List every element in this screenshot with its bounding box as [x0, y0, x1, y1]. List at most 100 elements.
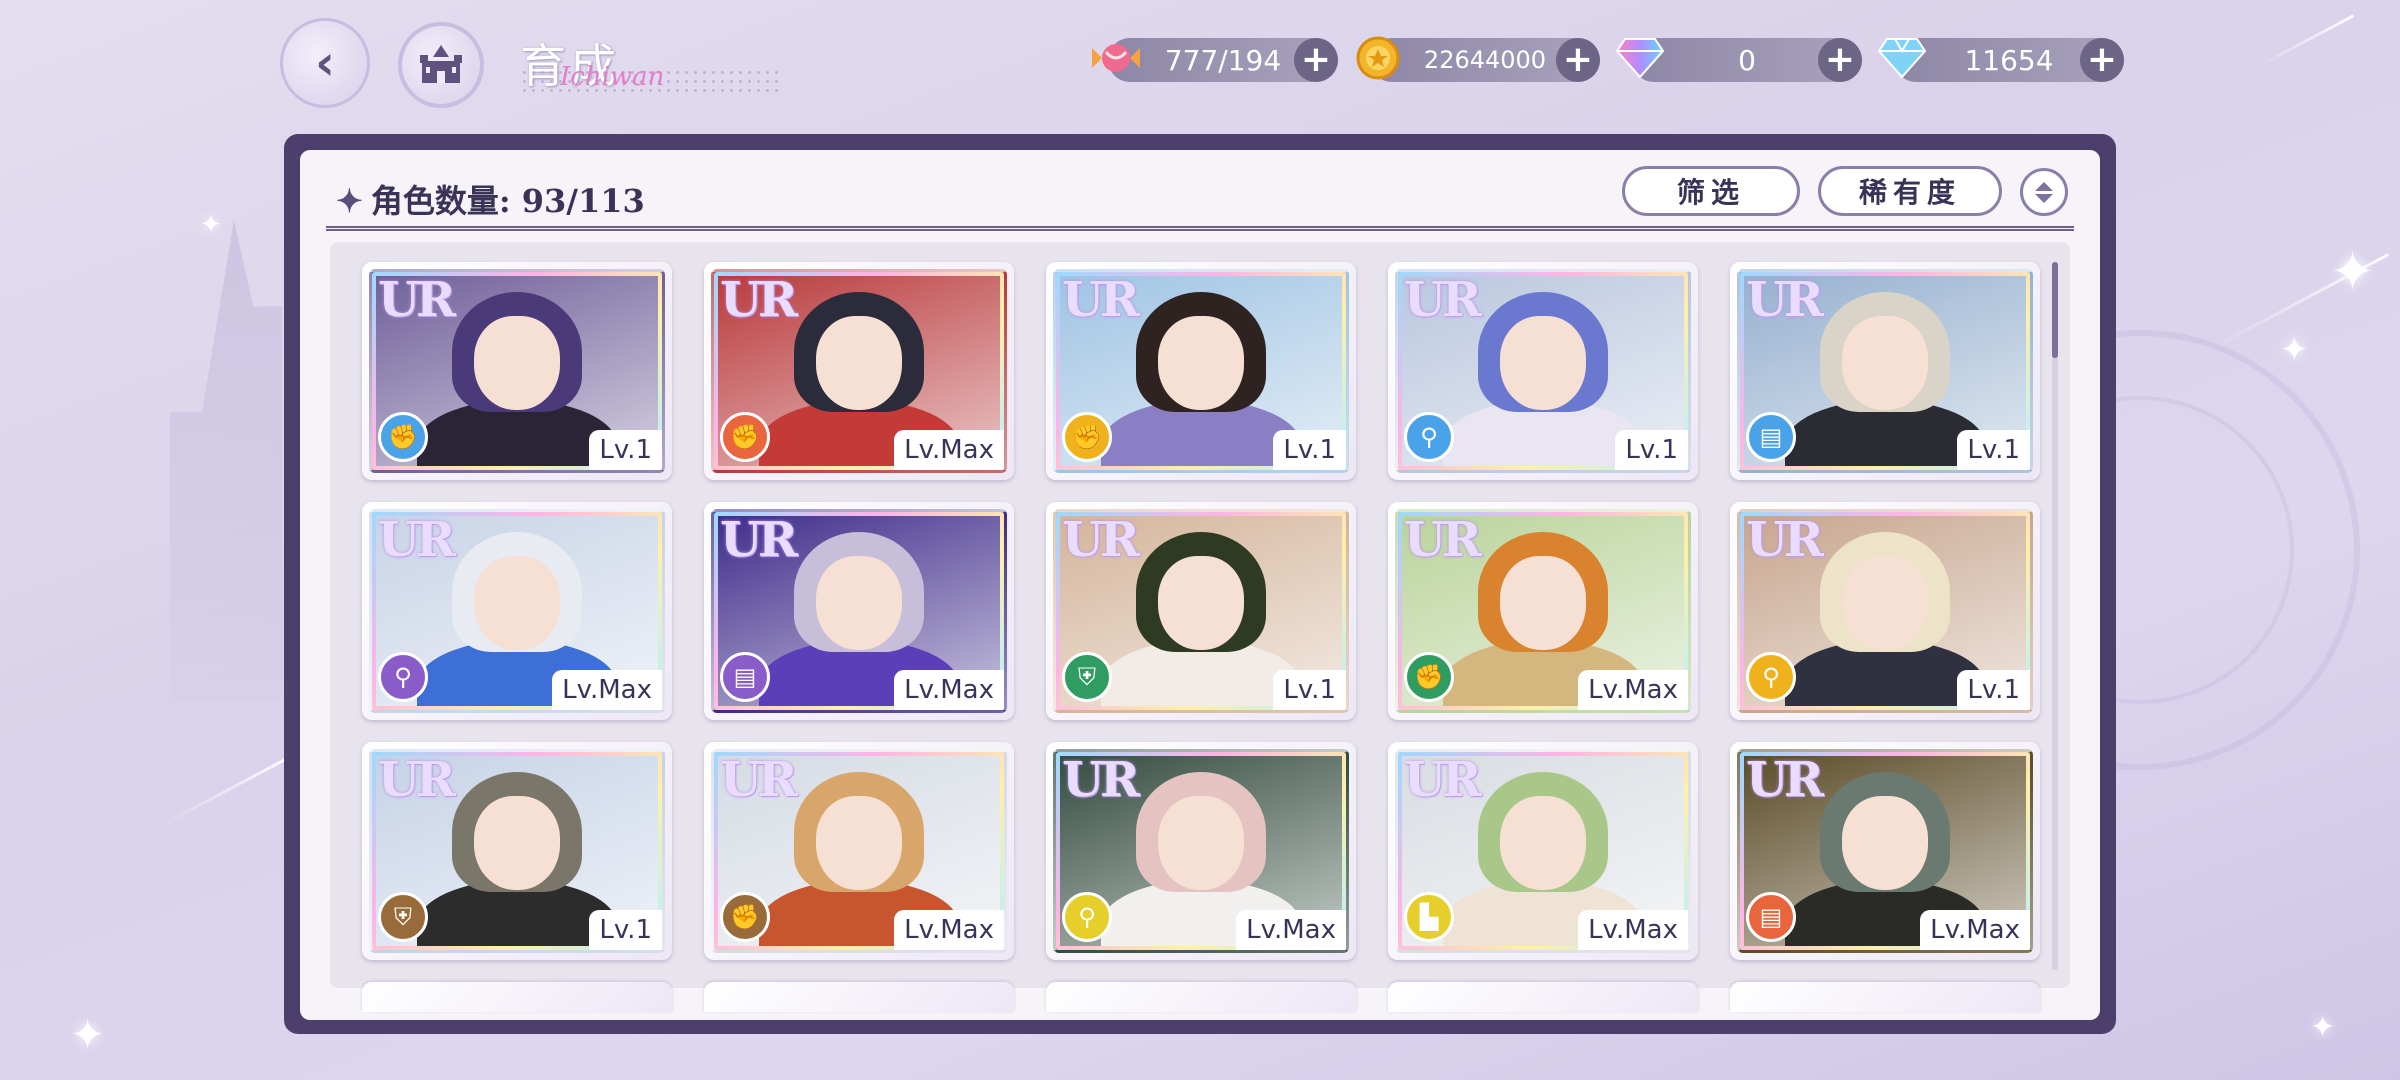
card-portrait-area: UR ✊ Lv.1 — [1053, 269, 1349, 473]
character-card[interactable]: UR ✊ Lv.1 — [1046, 262, 1356, 480]
candy-icon — [1090, 32, 1142, 84]
portrait-face — [1842, 555, 1928, 650]
fist-icon: ✊ — [720, 412, 770, 462]
portrait-face — [816, 555, 902, 650]
character-card[interactable]: UR ▤ Lv.Max — [1730, 742, 2040, 960]
rarity-badge: UR — [1062, 512, 1140, 568]
rarity-text: UR — [1404, 272, 1482, 328]
character-card[interactable]: UR ⚲ Lv.1 — [1730, 502, 2040, 720]
level-label: Lv.1 — [1957, 670, 2030, 710]
card-portrait-area: UR ✊ Lv.1 — [369, 269, 665, 473]
level-label: Lv.1 — [1273, 430, 1346, 470]
rarity-badge: UR — [1746, 752, 1824, 808]
sort-order-button[interactable] — [2020, 168, 2068, 216]
currency-gold: 22644000 + — [1356, 36, 1600, 82]
character-card[interactable]: UR ✊ Lv.Max — [1388, 502, 1698, 720]
rarity-text: UR — [1062, 272, 1140, 328]
sort-ascending-icon — [2035, 181, 2053, 191]
character-card[interactable]: UR ▤ Lv.Max — [704, 502, 1014, 720]
sort-descending-icon — [2035, 193, 2053, 203]
character-card-partial[interactable] — [704, 982, 1014, 1012]
rarity-badge: UR — [1404, 752, 1482, 808]
card-portrait-area: UR ⚲ Lv.1 — [1737, 509, 2033, 713]
level-label: Lv.Max — [1920, 910, 2030, 950]
character-card[interactable]: UR ▙ Lv.Max — [1388, 742, 1698, 960]
level-label: Lv.1 — [1957, 430, 2030, 470]
character-count: ✦ 角色数量: 93/113 — [336, 176, 645, 222]
level-label: Lv.Max — [1578, 910, 1688, 950]
character-card-partial[interactable] — [362, 982, 672, 1012]
shield-icon: ⛨ — [1062, 652, 1112, 702]
level-label: Lv.Max — [552, 670, 662, 710]
rarity-badge: UR — [1404, 272, 1482, 328]
level-label: Lv.1 — [1615, 430, 1688, 470]
character-card-partial[interactable] — [1730, 982, 2040, 1012]
add-free-gem-button[interactable]: + — [2080, 38, 2124, 82]
card-portrait-area: UR ⛨ Lv.1 — [1053, 509, 1349, 713]
fist-icon: ✊ — [1062, 412, 1112, 462]
portrait-face — [1842, 795, 1928, 890]
add-paid-gem-button[interactable]: + — [1818, 38, 1862, 82]
wand-icon: ⚲ — [378, 652, 428, 702]
level-label: Lv.Max — [1236, 910, 1346, 950]
rarity-badge: UR — [1404, 512, 1482, 568]
card-portrait-area: UR ▙ Lv.Max — [1395, 749, 1691, 953]
sparkle-icon: ✦ — [2280, 330, 2309, 370]
light-streak — [2255, 14, 2355, 69]
currency-free-gem: 11654 + — [1877, 38, 2124, 82]
portrait-face — [816, 795, 902, 890]
character-card[interactable]: UR ✊ Lv.1 — [362, 262, 672, 480]
back-arrow-icon: ‹ — [315, 35, 335, 91]
character-card[interactable]: UR ✊ Lv.Max — [704, 742, 1014, 960]
wand-icon: ⚲ — [1404, 412, 1454, 462]
card-portrait-area: UR ✊ Lv.Max — [1395, 509, 1691, 713]
scrollbar-thumb[interactable] — [2052, 262, 2058, 358]
character-card[interactable]: UR ✊ Lv.Max — [704, 262, 1014, 480]
boot-icon: ▙ — [1404, 892, 1454, 942]
level-label: Lv.1 — [1273, 670, 1346, 710]
sort-rarity-button[interactable]: 稀有度 — [1818, 166, 2002, 216]
rarity-text: UR — [1404, 752, 1482, 808]
character-card-partial[interactable] — [1388, 982, 1698, 1012]
card-portrait-area: UR ⛨ Lv.1 — [369, 749, 665, 953]
star-icon: ✦ — [336, 182, 363, 220]
level-label: Lv.Max — [1578, 670, 1688, 710]
castle-icon — [420, 45, 462, 83]
card-portrait-area: UR ▤ Lv.Max — [711, 509, 1007, 713]
add-stamina-button[interactable]: + — [1294, 38, 1338, 82]
character-card[interactable]: UR ⚲ Lv.1 — [1388, 262, 1698, 480]
book-icon: ▤ — [1746, 412, 1796, 462]
rarity-text: UR — [378, 512, 456, 568]
portrait-face — [1158, 315, 1244, 410]
rarity-text: UR — [1062, 752, 1140, 808]
sparkle-icon: ✦ — [200, 210, 222, 240]
book-icon: ▤ — [1746, 892, 1796, 942]
portrait-face — [474, 795, 560, 890]
rarity-badge: UR — [1062, 752, 1140, 808]
character-card[interactable]: UR ⛨ Lv.1 — [362, 742, 672, 960]
add-gold-button[interactable]: + — [1556, 38, 1600, 82]
rarity-badge: UR — [378, 752, 456, 808]
rarity-text: UR — [1746, 752, 1824, 808]
grid-scrollbar[interactable] — [2052, 262, 2058, 970]
title-script-decoration: Ichiwan — [560, 62, 665, 92]
level-label: Lv.Max — [894, 670, 1004, 710]
rarity-text: UR — [1746, 512, 1824, 568]
home-button[interactable] — [398, 22, 484, 108]
character-card-partial[interactable] — [1046, 982, 1356, 1012]
character-card[interactable]: UR ⚲ Lv.Max — [362, 502, 672, 720]
card-portrait-area: UR ⚲ Lv.1 — [1395, 269, 1691, 473]
filter-button[interactable]: 筛选 — [1622, 166, 1800, 216]
card-portrait-area: UR ✊ Lv.Max — [711, 749, 1007, 953]
level-label: Lv.1 — [589, 910, 662, 950]
rarity-text: UR — [720, 512, 798, 568]
coin-icon — [1352, 32, 1404, 84]
character-card[interactable]: UR ▤ Lv.1 — [1730, 262, 2040, 480]
character-card[interactable]: UR ⛨ Lv.1 — [1046, 502, 1356, 720]
rarity-badge: UR — [1746, 272, 1824, 328]
rarity-badge: UR — [720, 512, 798, 568]
character-card[interactable]: UR ⚲ Lv.Max — [1046, 742, 1356, 960]
back-button[interactable]: ‹ — [280, 18, 370, 108]
rarity-badge: UR — [720, 752, 798, 808]
currency-stamina: 777/194 + — [1092, 38, 1338, 82]
